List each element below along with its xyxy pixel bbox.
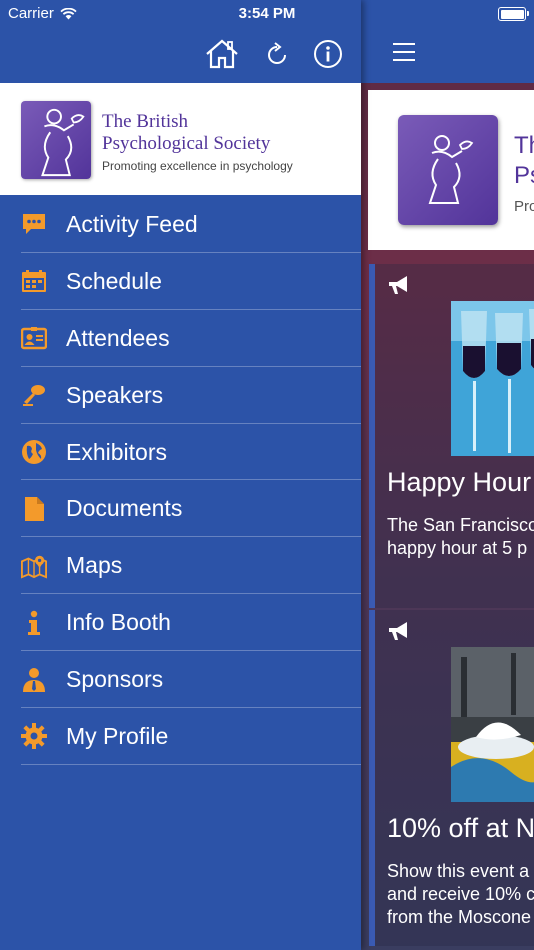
document-icon bbox=[21, 496, 47, 522]
battery-icon bbox=[498, 7, 529, 21]
megaphone-icon bbox=[389, 622, 407, 640]
sidebar-item-sponsors[interactable]: Sponsors bbox=[0, 651, 361, 708]
activity-post[interactable]: 10% off at N Show this event a and recei… bbox=[369, 610, 534, 946]
post-description: and receive 10% c bbox=[387, 884, 534, 904]
person-icon bbox=[21, 667, 47, 693]
sidebar-item-label: Sponsors bbox=[66, 666, 164, 693]
main-content: Th Ps Pro Happy Hour The San Francisco h… bbox=[361, 0, 534, 950]
status-time: 3:54 PM bbox=[238, 5, 296, 22]
society-logo bbox=[21, 101, 91, 179]
banner-fragment: Ps bbox=[514, 162, 534, 189]
sidebar-item-label: Maps bbox=[66, 552, 123, 579]
megaphone-icon bbox=[389, 276, 407, 294]
sidebar-item-label: Attendees bbox=[66, 324, 170, 351]
banner-fragment: Pro bbox=[514, 198, 534, 215]
society-logo bbox=[398, 115, 498, 225]
sidebar-item-speakers[interactable]: Speakers bbox=[0, 367, 361, 424]
sidebar-drawer: The British Psychological Society Promot… bbox=[0, 0, 361, 950]
sidebar-item-label: Documents bbox=[66, 495, 183, 522]
restaurant-table-image bbox=[451, 647, 534, 802]
gear-icon bbox=[21, 723, 47, 750]
organization-tagline: Promoting excellence in psychology bbox=[102, 159, 293, 173]
main-banner: Th Ps Pro bbox=[368, 90, 534, 250]
organization-name: The British Psychological Society bbox=[102, 111, 270, 155]
sidebar-item-label: My Profile bbox=[66, 722, 169, 749]
sidebar-item-my-profile[interactable]: My Profile bbox=[0, 708, 361, 765]
sidebar-item-activity-feed[interactable]: Activity Feed bbox=[0, 196, 361, 253]
info-icon[interactable] bbox=[313, 39, 343, 69]
globe-icon bbox=[21, 439, 47, 465]
post-description: Show this event a bbox=[387, 861, 530, 881]
sidebar-nav: Activity Feed Schedule Attendees Speaker… bbox=[0, 196, 361, 765]
post-title: 10% off at N bbox=[387, 813, 534, 843]
calendar-icon bbox=[21, 268, 47, 294]
sidebar-item-maps[interactable]: Maps bbox=[0, 537, 361, 595]
sidebar-item-schedule[interactable]: Schedule bbox=[0, 253, 361, 310]
chat-icon bbox=[21, 211, 47, 237]
post-description: happy hour at 5 p bbox=[387, 538, 528, 558]
sidebar-item-attendees[interactable]: Attendees bbox=[0, 310, 361, 367]
wine-glasses-image bbox=[451, 301, 534, 456]
banner-fragment: Th bbox=[514, 132, 534, 159]
sidebar-item-label: Exhibitors bbox=[66, 438, 167, 465]
menu-icon[interactable] bbox=[393, 43, 415, 61]
organization-name-line: Psychological Society bbox=[102, 133, 271, 154]
status-bar: Carrier 3:54 PM bbox=[0, 0, 534, 28]
sidebar-item-info-booth[interactable]: Info Booth bbox=[0, 594, 361, 652]
sidebar-item-label: Activity Feed bbox=[66, 210, 198, 237]
microphone-icon bbox=[21, 382, 47, 408]
post-description: from the Moscone bbox=[387, 907, 532, 927]
sidebar-item-label: Speakers bbox=[66, 381, 164, 408]
sidebar-item-label: Schedule bbox=[66, 267, 162, 294]
organization-name-line: The British bbox=[102, 111, 189, 132]
info-icon bbox=[21, 610, 47, 636]
refresh-icon[interactable] bbox=[264, 42, 290, 68]
organization-banner: The British Psychological Society Promot… bbox=[0, 83, 361, 195]
sidebar-item-documents[interactable]: Documents bbox=[0, 480, 361, 538]
map-icon bbox=[21, 553, 47, 579]
post-description: The San Francisco bbox=[387, 515, 534, 535]
home-icon[interactable] bbox=[204, 38, 240, 70]
post-title: Happy Hour bbox=[387, 467, 532, 497]
sidebar-item-label: Info Booth bbox=[66, 609, 171, 636]
id-card-icon bbox=[21, 325, 47, 351]
sidebar-item-exhibitors[interactable]: Exhibitors bbox=[0, 424, 361, 481]
activity-post[interactable]: Happy Hour The San Francisco happy hour … bbox=[369, 264, 534, 608]
